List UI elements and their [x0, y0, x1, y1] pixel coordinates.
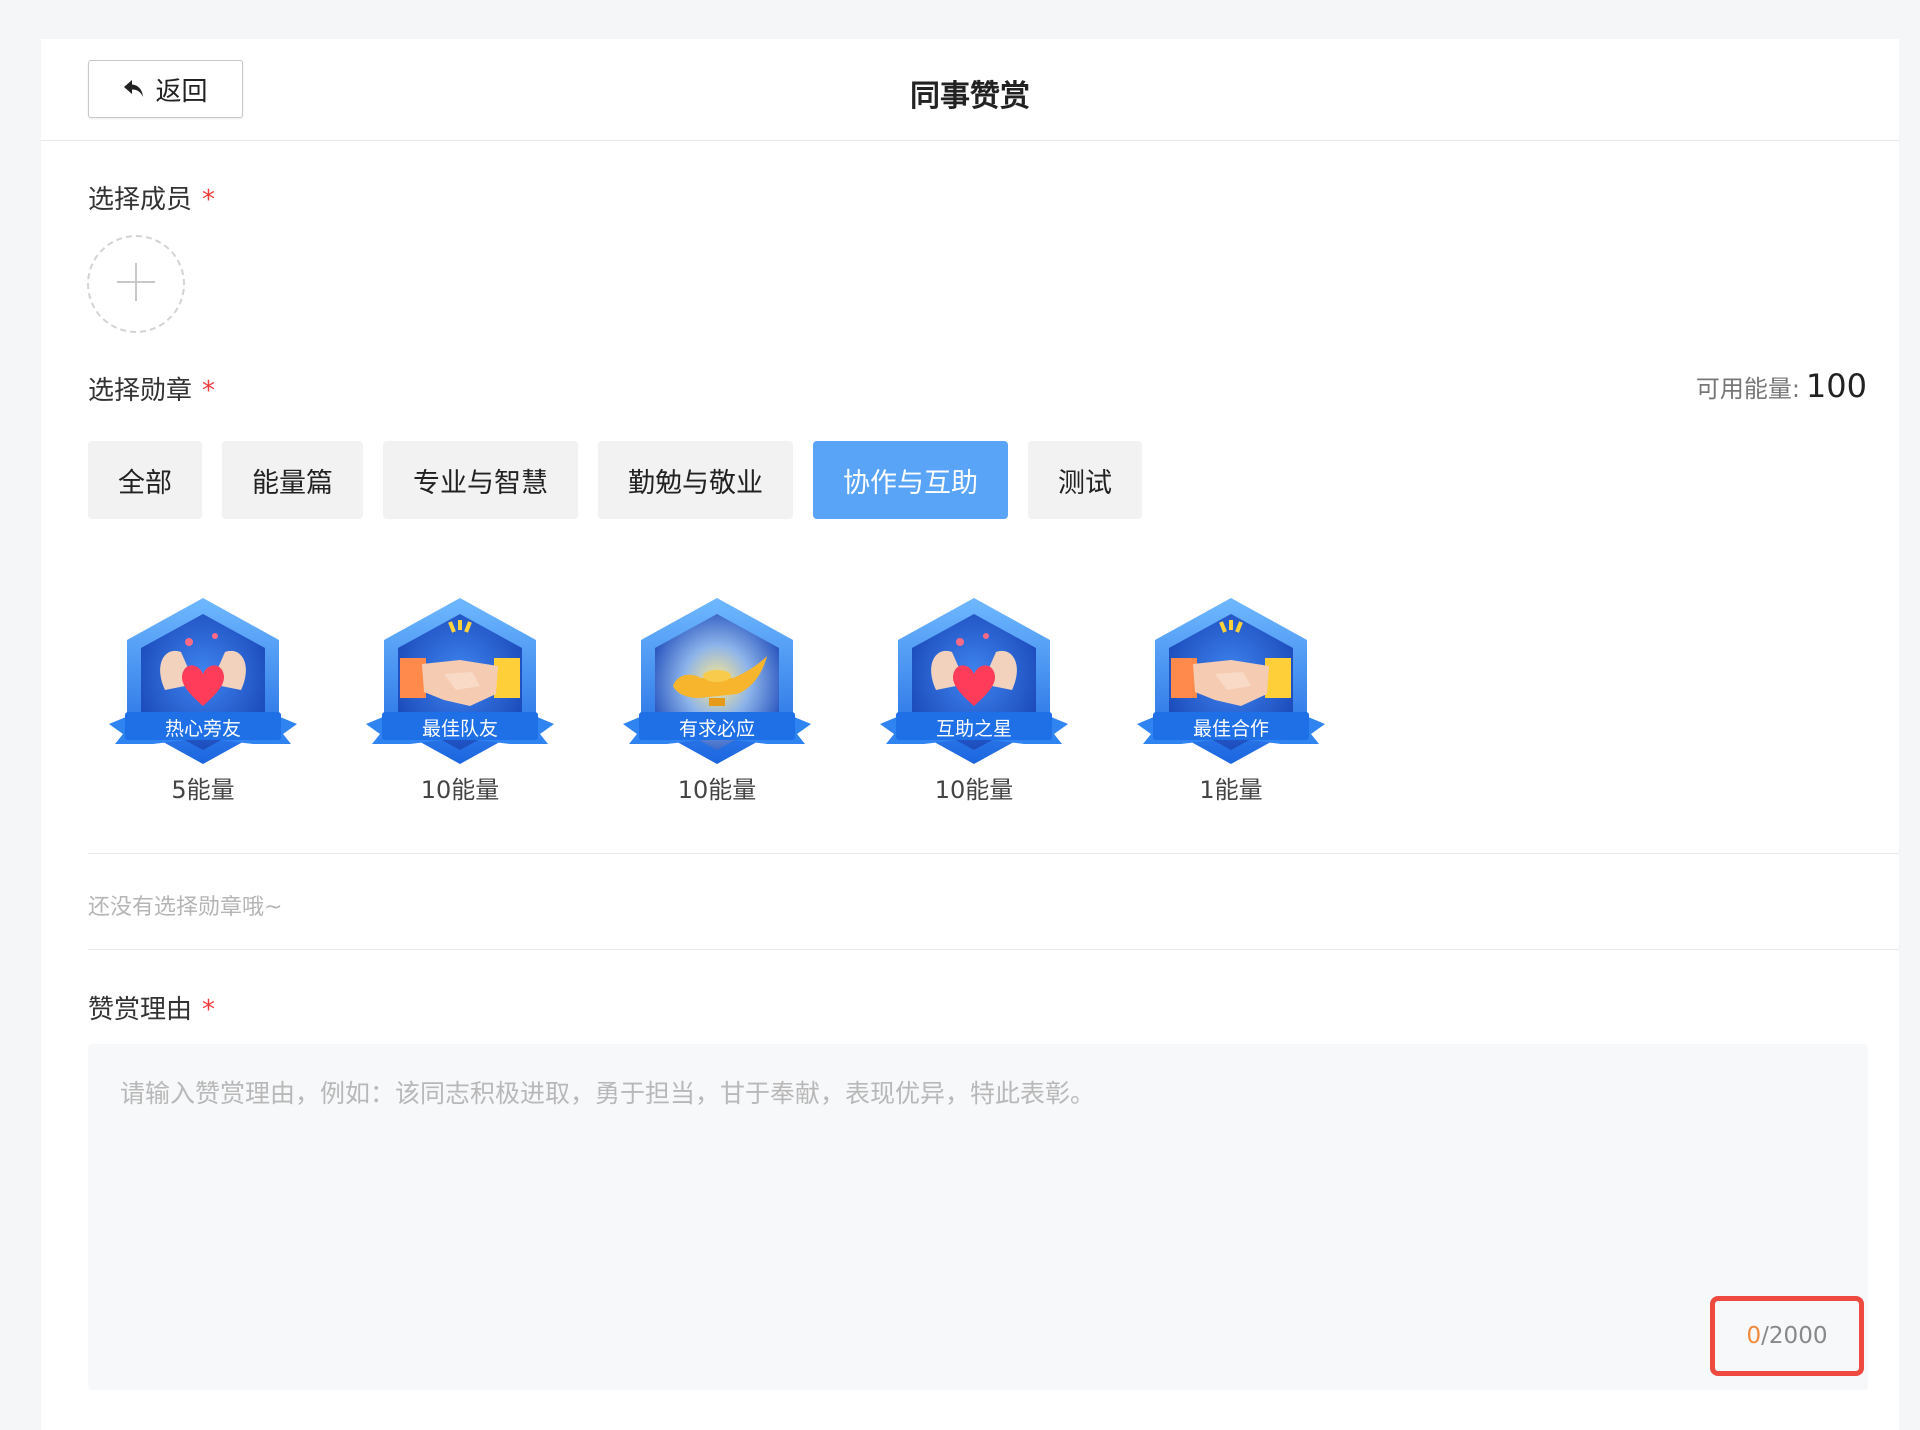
char-count-max: /2000 — [1761, 1323, 1828, 1349]
member-section-label: 选择成员 * — [88, 179, 215, 216]
badge-name: 最佳队友 — [421, 718, 498, 740]
no-medal-selected-hint: 还没有选择勋章哦~ — [88, 895, 283, 920]
char-counter: 0/2000 — [1710, 1296, 1864, 1376]
plus-icon — [115, 261, 157, 307]
medal-category-tabs: 全部 能量篇 专业与智慧 勤勉与敬业 协作与互助 测试 — [88, 441, 1142, 519]
page-header: 返回 同事赞赏 — [41, 39, 1899, 141]
tab-diligence[interactable]: 勤勉与敬业 — [598, 441, 793, 519]
reason-label-text: 赞赏理由 — [88, 995, 193, 1025]
badge-item[interactable]: 热心旁友 5能量 — [103, 594, 303, 805]
badge-name: 热心旁友 — [164, 718, 241, 740]
tab-test[interactable]: 测试 — [1028, 441, 1142, 519]
badge-cost: 1能量 — [1199, 776, 1263, 804]
required-mark: * — [202, 376, 216, 406]
badge-name: 有求必应 — [678, 718, 755, 740]
tab-energy[interactable]: 能量篇 — [222, 441, 363, 519]
badge-cost: 10能量 — [677, 776, 757, 804]
reason-textarea[interactable] — [88, 1044, 1868, 1390]
energy-label: 可用能量: — [1695, 375, 1800, 403]
tab-all[interactable]: 全部 — [88, 441, 202, 519]
badge-item[interactable]: 有求必应 10能量 — [617, 594, 817, 805]
divider — [88, 853, 1899, 854]
reason-section-label: 赞赏理由 * — [88, 989, 215, 1026]
required-mark: * — [202, 995, 216, 1025]
required-mark: * — [202, 185, 216, 215]
badge-item[interactable]: 互助之星 10能量 — [874, 594, 1074, 805]
badge-item[interactable]: 最佳合作 1能量 — [1131, 594, 1331, 805]
medal-label-text: 选择勋章 — [88, 376, 193, 406]
member-label-text: 选择成员 — [88, 185, 193, 215]
badge-cost: 5能量 — [171, 776, 235, 804]
reason-field: 0/2000 — [88, 1044, 1868, 1390]
available-energy: 可用能量: 100 — [1696, 367, 1867, 405]
badge-list: 热心旁友 5能量 最佳队友 10能量 有求必应 10能量 互助之星 10能量 最… — [103, 594, 1331, 805]
badge-item[interactable]: 最佳队友 10能量 — [360, 594, 560, 805]
add-member-button[interactable] — [87, 235, 185, 333]
tab-expertise[interactable]: 专业与智慧 — [383, 441, 578, 519]
medal-section-label: 选择勋章 * — [88, 370, 215, 407]
badge-cost: 10能量 — [934, 776, 1014, 804]
badge-name: 最佳合作 — [1192, 718, 1269, 740]
energy-value: 100 — [1805, 367, 1867, 405]
badge-name: 互助之星 — [935, 718, 1012, 740]
badge-cost: 10能量 — [420, 776, 500, 804]
char-count-current: 0 — [1746, 1323, 1762, 1349]
divider — [88, 949, 1899, 950]
tab-collaboration[interactable]: 协作与互助 — [813, 441, 1008, 519]
main-card: 返回 同事赞赏 选择成员 * 选择勋章 * 可用能量: 100 全部 能量篇 专业与… — [41, 39, 1899, 1430]
page-title: 同事赞赏 — [910, 79, 1030, 114]
